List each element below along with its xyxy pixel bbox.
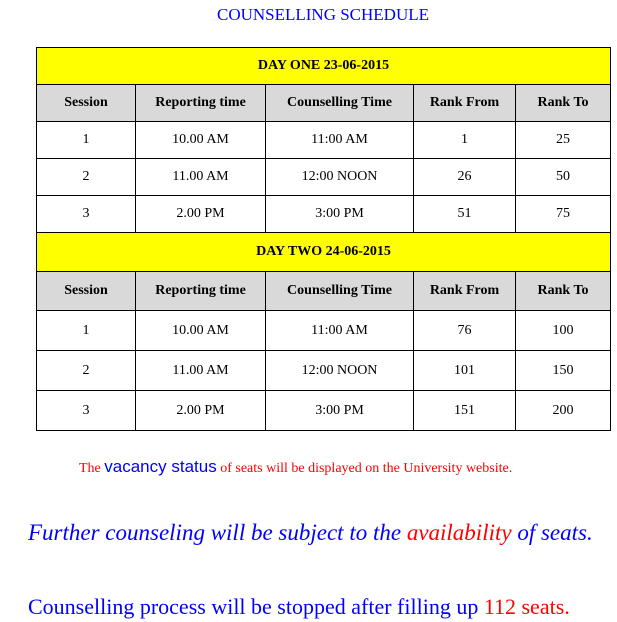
column-header-reporting-time: Reporting time — [135, 271, 266, 311]
session-cell: 3 — [36, 390, 136, 431]
vacancy-note-suffix: of seats will be displayed on the Univer… — [216, 461, 513, 476]
vacancy-status-note: The vacancy status of seats will be disp… — [79, 457, 512, 477]
counselling-schedule-table: DAY ONE 23-06-2015 Session Reporting tim… — [35, 47, 612, 431]
table-row: 2 11.00 AM 12:00 NOON 26 50 — [36, 158, 612, 196]
rank-to-cell: 25 — [514, 121, 612, 159]
rank-from-cell: 101 — [413, 350, 516, 391]
day-header-row: DAY ONE 23-06-2015 — [35, 47, 612, 85]
reporting-time-cell: 10.00 AM — [135, 121, 266, 159]
rank-from-cell: 26 — [413, 158, 516, 196]
stop-note-highlight: 112 seats. — [483, 594, 570, 619]
rank-to-cell: 75 — [514, 195, 612, 233]
session-cell: 2 — [36, 350, 136, 391]
column-header-rank-from: Rank From — [413, 271, 516, 311]
rank-to-cell: 50 — [514, 158, 612, 196]
page-title: COUNSELLING SCHEDULE — [216, 5, 430, 24]
session-cell: 3 — [36, 195, 136, 233]
reporting-time-cell: 2.00 PM — [135, 195, 266, 233]
rank-to-cell: 150 — [514, 350, 612, 391]
day-label: DAY ONE 23-06-2015 — [35, 47, 612, 85]
column-header-rank-to: Rank To — [514, 84, 612, 122]
counselling-time-cell: 12:00 NOON — [265, 158, 414, 196]
table-row: 3 2.00 PM 3:00 PM 51 75 — [36, 195, 612, 233]
day-label: DAY TWO 24-06-2015 — [35, 232, 612, 272]
counselling-time-cell: 11:00 AM — [265, 121, 414, 159]
column-header-counselling-time: Counselling Time — [265, 271, 414, 311]
further-note-prefix: Further counseling will be subject to th… — [28, 520, 407, 545]
column-header-row: Session Reporting time Counselling Time … — [36, 84, 612, 122]
column-header-row: Session Reporting time Counselling Time … — [36, 271, 612, 311]
reporting-time-cell: 11.00 AM — [135, 158, 266, 196]
column-header-reporting-time: Reporting time — [135, 84, 266, 122]
rank-from-cell: 1 — [413, 121, 516, 159]
reporting-time-cell: 10.00 AM — [135, 310, 266, 351]
column-header-session: Session — [36, 271, 136, 311]
further-counseling-note: Further counseling will be subject to th… — [28, 520, 593, 546]
rank-to-cell: 200 — [514, 390, 612, 431]
column-header-session: Session — [36, 84, 136, 122]
stop-note-prefix: Counselling process will be stopped afte… — [28, 594, 484, 619]
counselling-time-cell: 3:00 PM — [265, 195, 414, 233]
vacancy-note-highlight: vacancy status — [104, 457, 217, 476]
table-row: 1 10.00 AM 11:00 AM 1 25 — [36, 121, 612, 159]
session-cell: 2 — [36, 158, 136, 196]
further-note-highlight: availability — [406, 520, 512, 545]
column-header-counselling-time: Counselling Time — [265, 84, 414, 122]
rank-from-cell: 151 — [413, 390, 516, 431]
vacancy-note-prefix: The — [79, 461, 105, 476]
rank-from-cell: 51 — [413, 195, 516, 233]
reporting-time-cell: 2.00 PM — [135, 390, 266, 431]
counselling-time-cell: 11:00 AM — [265, 310, 414, 351]
table-row: 2 11.00 AM 12:00 NOON 101 150 — [36, 350, 612, 391]
rank-to-cell: 100 — [514, 310, 612, 351]
day-one-section: DAY ONE 23-06-2015 Session Reporting tim… — [35, 47, 612, 233]
column-header-rank-from: Rank From — [413, 84, 516, 122]
further-note-suffix: of seats. — [511, 520, 593, 545]
table-row: 3 2.00 PM 3:00 PM 151 200 — [36, 390, 612, 431]
session-cell: 1 — [36, 121, 136, 159]
rank-from-cell: 76 — [413, 310, 516, 351]
counselling-stop-note: Counselling process will be stopped afte… — [28, 594, 570, 620]
column-header-rank-to: Rank To — [514, 271, 612, 311]
counselling-time-cell: 3:00 PM — [265, 390, 414, 431]
reporting-time-cell: 11.00 AM — [135, 350, 266, 391]
table-row: 1 10.00 AM 11:00 AM 76 100 — [36, 310, 612, 351]
counselling-time-cell: 12:00 NOON — [265, 350, 414, 391]
session-cell: 1 — [36, 310, 136, 351]
day-two-section: DAY TWO 24-06-2015 Session Reporting tim… — [35, 232, 612, 431]
day-header-row: DAY TWO 24-06-2015 — [35, 232, 612, 272]
